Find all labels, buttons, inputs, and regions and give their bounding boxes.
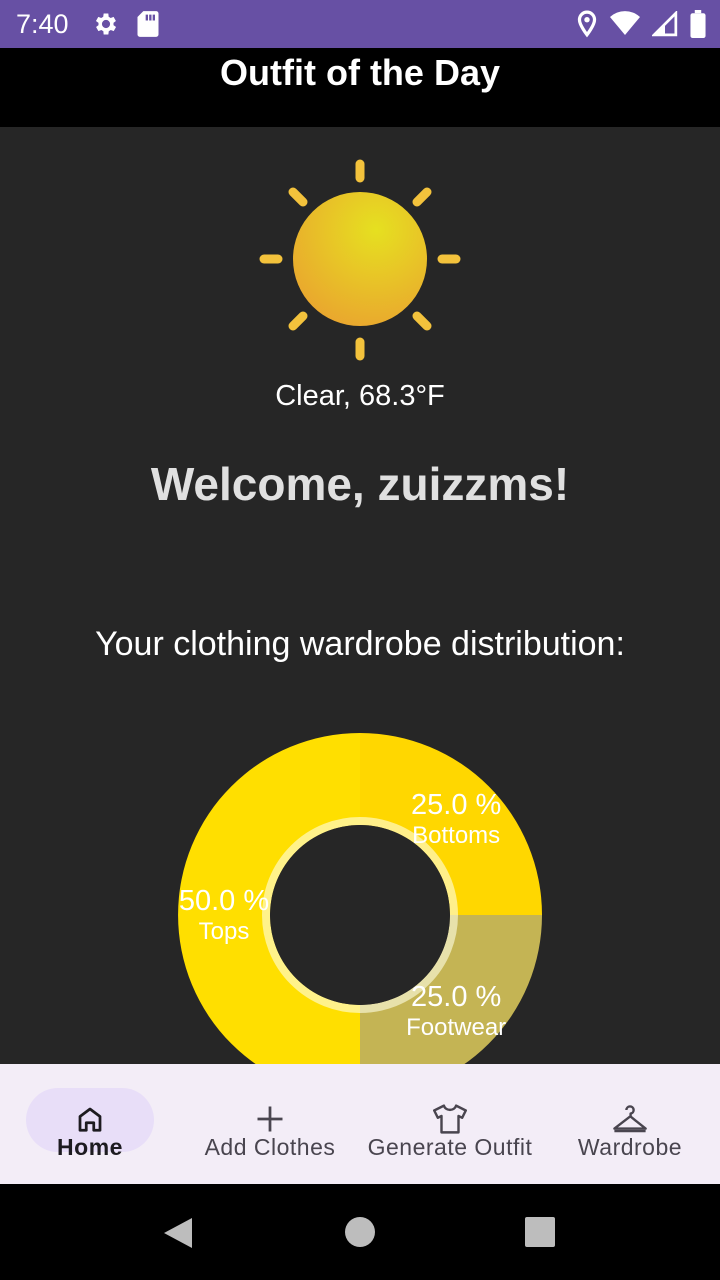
nav-label-wardrobe: Wardrobe [577,1134,683,1160]
distribution-title: Your clothing wardrobe distribution: [95,625,625,663]
page-title: Outfit of the Day [220,52,500,93]
wifi-icon [610,11,640,42]
nav-item-wardrobe[interactable]: Wardrobe [560,1064,700,1184]
slice-category-label: Bottoms [412,821,501,849]
hanger-icon [612,1104,648,1134]
nav-label-home: Home [57,1134,123,1160]
settings-icon [92,10,120,43]
plus-icon [255,1104,285,1134]
nav-item-home[interactable]: Home [20,1064,160,1184]
sun-icon [250,150,470,375]
slice-label-bottoms: 25.0 % Bottoms [391,789,521,850]
slice-value-label: 25.0 % [411,788,502,821]
welcome-message: Welcome, zuizzms! [150,458,570,510]
slice-label-tops: 50.0 % Tops [159,885,289,946]
nav-label-add-clothes: Add Clothes [204,1134,336,1160]
home-icon [75,1104,105,1134]
app-bar: Outfit of the Day [0,48,720,127]
nav-label-generate-outfit: Generate Outfit [367,1134,533,1160]
slice-label-footwear: 25.0 % Footwear [391,981,521,1042]
slice-value-label: 25.0 % [411,981,502,1014]
cellular-signal-icon [650,9,678,42]
slice-value-label: 50.0 % [178,885,270,917]
nav-item-generate-outfit[interactable]: Generate Outfit [355,1064,545,1184]
donut-hole [270,825,450,1005]
bottom-navigation: Home Add Clothes Generate Outfit Wardrob… [0,1064,720,1184]
home-circle-icon[interactable] [344,1216,376,1253]
system-navigation-bar [0,1184,720,1280]
slice-category-label: Footwear [406,1014,507,1042]
back-icon[interactable] [162,1216,194,1255]
battery-icon [690,10,706,43]
nav-item-add-clothes[interactable]: Add Clothes [190,1064,350,1184]
sd-card-icon [136,10,160,43]
location-icon [576,10,598,43]
shirt-icon [433,1104,467,1134]
recents-icon[interactable] [525,1217,555,1252]
slice-category-label: Tops [198,918,250,945]
status-bar: 7:40 [0,0,720,48]
weather-summary: Clear, 68.3°F [275,380,445,412]
status-time: 7:40 [16,9,69,39]
